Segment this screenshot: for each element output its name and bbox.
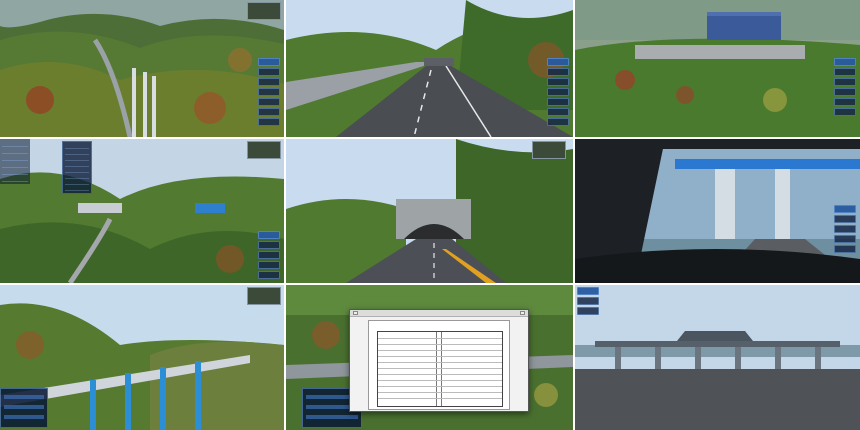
side-menu-item[interactable] [258,271,280,279]
side-menu-item[interactable] [834,88,856,96]
table-row [378,380,502,381]
sub-menu-item[interactable] [65,174,89,179]
side-menu [834,205,856,253]
toll-station-scene [575,285,860,430]
side-menu-item[interactable] [577,297,599,305]
screenshot-collage [0,0,860,430]
table-row [378,350,502,351]
side-menu-item[interactable] [547,68,569,76]
valley-scene [0,139,284,283]
side-menu-item[interactable] [258,261,280,269]
sub-menu-item[interactable] [65,150,89,155]
tunnel-scene [286,139,573,283]
side-menu-item[interactable] [258,68,280,76]
side-menu-item[interactable] [834,225,856,233]
side-menu [258,231,280,279]
table-row [378,344,502,345]
info-panel-row[interactable] [4,415,44,419]
sub-menu-panel [62,141,92,194]
side-menu-item[interactable] [258,98,280,106]
tile-highway-tunnel [286,0,573,137]
table-row [378,386,502,387]
document-page [368,320,510,410]
side-menu-item[interactable] [258,88,280,96]
side-menu-item[interactable] [258,58,280,66]
left-menu-item[interactable] [2,176,28,182]
side-menu-item[interactable] [258,231,280,239]
tile-driver-view [575,139,860,283]
side-menu-item[interactable] [547,98,569,106]
highway-scene [286,0,573,137]
sub-menu-item[interactable] [65,156,89,161]
side-menu-item[interactable] [834,205,856,213]
info-panel [0,388,48,428]
side-menu-item[interactable] [547,108,569,116]
left-menu-item[interactable] [2,169,28,175]
side-menu-item[interactable] [834,108,856,116]
side-menu-item[interactable] [258,108,280,116]
document-icon [353,311,358,315]
document-titlebar [350,310,528,317]
sub-menu-item[interactable] [65,180,89,185]
side-menu-item[interactable] [258,251,280,259]
tile-aerial-valley [0,139,284,283]
left-menu-item[interactable] [2,148,28,154]
info-panel-row[interactable] [4,405,44,409]
table-row [378,392,502,393]
side-menu-item[interactable] [258,118,280,126]
info-panel-row[interactable] [306,415,358,419]
side-menu [834,58,856,116]
left-menu-item[interactable] [2,155,28,161]
table-row [378,356,502,357]
minimap-icon[interactable] [532,141,566,159]
side-menu-item[interactable] [834,235,856,243]
side-menu-item[interactable] [834,78,856,86]
table-row [378,338,502,339]
tile-building-hill [575,0,860,137]
side-menu-item[interactable] [547,58,569,66]
left-menu-item[interactable] [2,141,28,147]
left-menu [0,139,30,184]
table-row [378,368,502,369]
driver-view-scene [575,139,860,283]
side-menu-item[interactable] [547,78,569,86]
sub-menu-item[interactable] [65,162,89,167]
tile-blue-viaduct [0,285,284,430]
side-menu-item[interactable] [834,245,856,253]
document-viewer-window [349,309,529,412]
side-menu-item[interactable] [834,98,856,106]
side-menu [547,58,569,126]
side-menu [258,58,280,126]
side-menu-item[interactable] [547,118,569,126]
building-scene [575,0,860,137]
tile-toll-station [575,285,860,430]
side-menu-item[interactable] [547,88,569,96]
side-menu [577,287,599,315]
aerial-forest-scene [0,0,284,137]
minimap-icon[interactable] [247,2,281,20]
minimap-icon[interactable] [247,141,281,159]
side-menu-item[interactable] [577,307,599,315]
table-row [378,398,502,399]
sub-menu-item[interactable] [65,168,89,173]
tile-tunnel-portal [286,139,573,283]
info-panel-row[interactable] [4,395,44,399]
side-menu-item[interactable] [577,287,599,295]
side-menu-item[interactable] [834,68,856,76]
table-row [378,362,502,363]
side-menu-item[interactable] [258,241,280,249]
table-row [378,374,502,375]
minimap-icon[interactable] [247,287,281,305]
side-menu-item[interactable] [258,78,280,86]
side-menu-item[interactable] [834,215,856,223]
sub-menu-item[interactable] [65,144,89,149]
close-icon[interactable] [520,311,525,315]
sub-menu-item[interactable] [65,186,89,191]
side-menu-item[interactable] [834,58,856,66]
document-table [377,331,503,407]
tile-aerial-highway [0,0,284,137]
left-menu-item[interactable] [2,162,28,168]
